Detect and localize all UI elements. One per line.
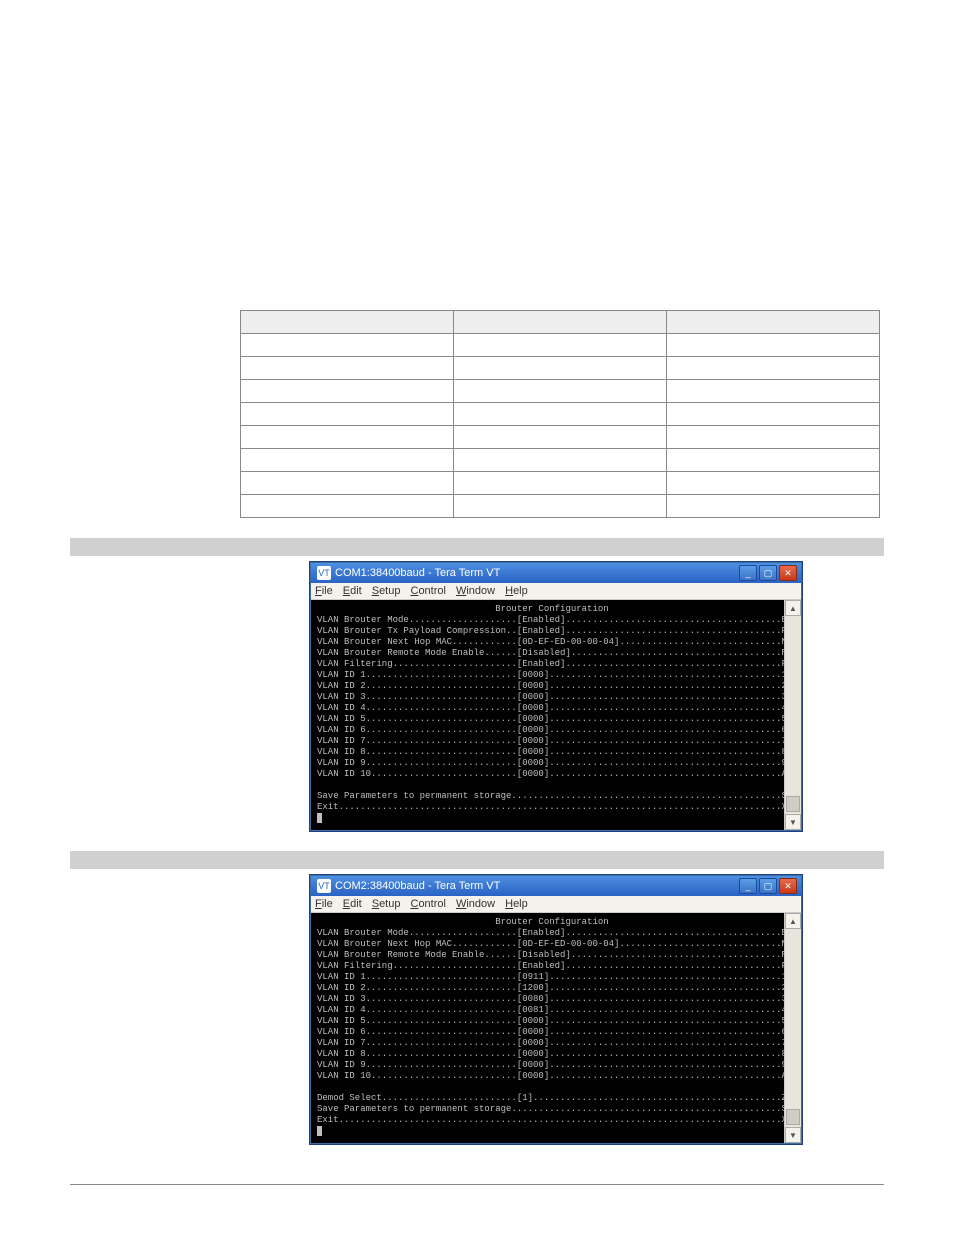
table-cell [667, 426, 880, 449]
table-row [241, 403, 880, 426]
maximize-button[interactable]: ▢ [759, 565, 777, 581]
table-cell [454, 472, 667, 495]
table-row [241, 380, 880, 403]
table-cell [667, 449, 880, 472]
terminal-body[interactable]: Brouter Configuration VLAN Brouter Mode.… [311, 913, 784, 1143]
table-cell [454, 495, 667, 518]
table-cell [241, 403, 454, 426]
terminal-window-1: VT COM1:38400baud - Tera Term VT _ ▢ ✕ F… [310, 562, 802, 831]
table-cell [667, 472, 880, 495]
table-cell [667, 357, 880, 380]
table-cell [667, 334, 880, 357]
scroll-down-icon[interactable]: ▼ [785, 814, 801, 830]
menu-item[interactable]: Help [505, 898, 528, 910]
menu-item[interactable]: Help [505, 585, 528, 597]
table-cell [241, 495, 454, 518]
window-titlebar[interactable]: VT COM2:38400baud - Tera Term VT _ ▢ ✕ [311, 876, 801, 896]
window-title: COM2:38400baud - Tera Term VT [335, 880, 500, 892]
table-cell [241, 472, 454, 495]
table-cell [241, 449, 454, 472]
menu-item[interactable]: File [315, 585, 333, 597]
window-titlebar[interactable]: VT COM1:38400baud - Tera Term VT _ ▢ ✕ [311, 563, 801, 583]
table-cell [454, 403, 667, 426]
table-header [454, 311, 667, 334]
table-header [667, 311, 880, 334]
table-cell [241, 380, 454, 403]
table-row [241, 334, 880, 357]
scroll-thumb[interactable] [786, 796, 800, 812]
table-row [241, 357, 880, 380]
table-cell [454, 357, 667, 380]
menu-item[interactable]: Window [456, 898, 495, 910]
scroll-up-icon[interactable]: ▲ [785, 600, 801, 616]
minimize-button[interactable]: _ [739, 565, 757, 581]
scroll-down-icon[interactable]: ▼ [785, 1127, 801, 1143]
close-button[interactable]: ✕ [779, 878, 797, 894]
terminal-window-2: VT COM2:38400baud - Tera Term VT _ ▢ ✕ F… [310, 875, 802, 1144]
config-table [240, 310, 880, 518]
table-row [241, 449, 880, 472]
table-row [241, 495, 880, 518]
table-cell [241, 426, 454, 449]
minimize-button[interactable]: _ [739, 878, 757, 894]
scroll-up-icon[interactable]: ▲ [785, 913, 801, 929]
table-row [241, 426, 880, 449]
menu-item[interactable]: File [315, 898, 333, 910]
table-cell [667, 380, 880, 403]
table-cell [667, 495, 880, 518]
terminal-body[interactable]: Brouter Configuration VLAN Brouter Mode.… [311, 600, 784, 830]
table-cell [454, 449, 667, 472]
menu-item[interactable]: Window [456, 585, 495, 597]
table-cell [241, 334, 454, 357]
menu-item[interactable]: Edit [343, 898, 362, 910]
table-cell [454, 334, 667, 357]
scrollbar[interactable]: ▲ ▼ [784, 600, 801, 830]
table-cell [667, 403, 880, 426]
section-bar [70, 851, 884, 869]
table-cell [454, 380, 667, 403]
menu-bar: File Edit Setup Control Window Help [311, 896, 801, 913]
cursor-icon [317, 1126, 322, 1136]
scroll-thumb[interactable] [786, 1109, 800, 1125]
menu-item[interactable]: Setup [372, 585, 401, 597]
table-cell [454, 426, 667, 449]
app-icon: VT [317, 566, 331, 580]
table-header [241, 311, 454, 334]
menu-item[interactable]: Setup [372, 898, 401, 910]
section-bar [70, 538, 884, 556]
menu-item[interactable]: Control [410, 898, 445, 910]
menu-item[interactable]: Edit [343, 585, 362, 597]
maximize-button[interactable]: ▢ [759, 878, 777, 894]
menu-item[interactable]: Control [410, 585, 445, 597]
window-title: COM1:38400baud - Tera Term VT [335, 567, 500, 579]
app-icon: VT [317, 879, 331, 893]
close-button[interactable]: ✕ [779, 565, 797, 581]
table-header-row [241, 311, 880, 334]
table-row [241, 472, 880, 495]
page-footer [70, 1184, 884, 1189]
cursor-icon [317, 813, 322, 823]
menu-bar: File Edit Setup Control Window Help [311, 583, 801, 600]
scrollbar[interactable]: ▲ ▼ [784, 913, 801, 1143]
table-cell [241, 357, 454, 380]
